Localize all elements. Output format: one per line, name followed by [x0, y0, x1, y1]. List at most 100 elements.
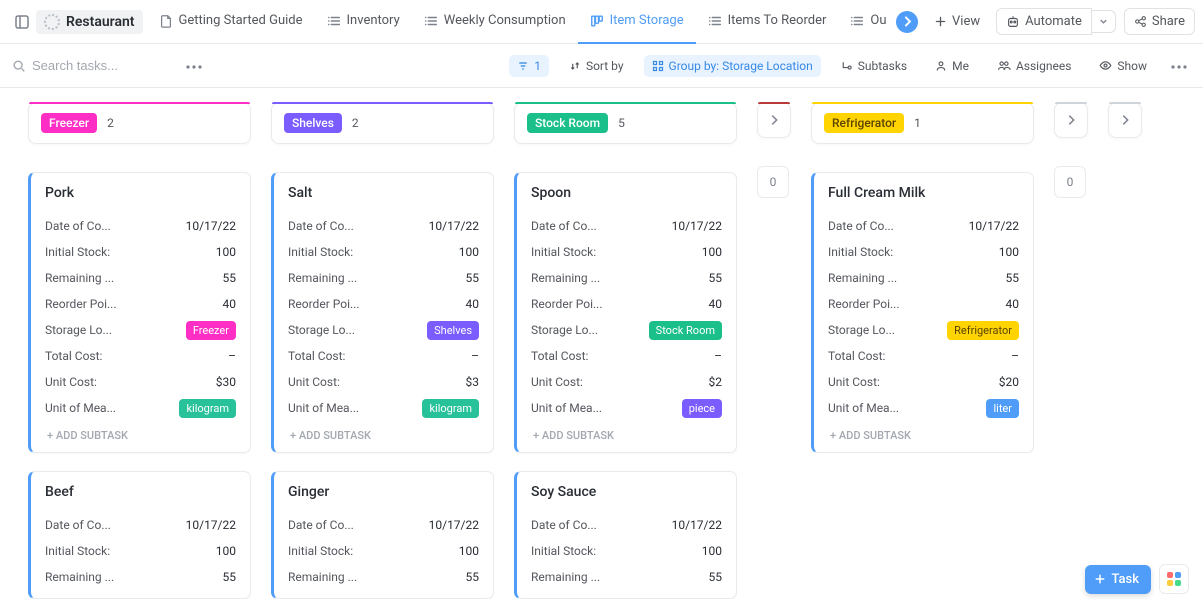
field-value: Stock Room: [649, 323, 722, 337]
search-input[interactable]: [32, 58, 172, 73]
assignees-button[interactable]: Assignees: [989, 55, 1079, 77]
automate-split-button: Automate: [996, 8, 1116, 35]
apps-button[interactable]: [1159, 564, 1189, 594]
field-value: 100: [459, 245, 479, 259]
filter-count-pill[interactable]: 1: [509, 55, 549, 77]
tab-icon: [327, 14, 341, 28]
tab-label: Items To Reorder: [728, 13, 827, 28]
card-row: Storage Lo...Refrigerator: [828, 317, 1019, 343]
card-row: Initial Stock:100: [288, 239, 479, 265]
card-title: Pork: [45, 185, 236, 201]
tab-weekly-consumption[interactable]: Weekly Consumption: [412, 0, 578, 44]
chip: Shelves: [427, 321, 479, 340]
tab-label: Weekly Consumption: [444, 13, 566, 28]
column-header[interactable]: Shelves2: [271, 102, 494, 144]
add-subtask-button[interactable]: + ADD SUBTASK: [288, 421, 479, 444]
column-tag: Shelves: [284, 113, 342, 133]
add-subtask-button[interactable]: + ADD SUBTASK: [828, 421, 1019, 444]
field-value: 40: [709, 297, 723, 311]
card-row: Unit Cost:$2: [531, 369, 722, 395]
add-subtask-button[interactable]: + ADD SUBTASK: [531, 421, 722, 444]
card-row: Initial Stock:100: [45, 239, 236, 265]
card-title: Beef: [45, 484, 236, 500]
task-card[interactable]: PorkDate of Co...10/17/22Initial Stock:1…: [28, 172, 251, 453]
card-row: Reorder Poi...40: [531, 291, 722, 317]
field-value: 10/17/22: [186, 518, 236, 532]
field-value: –: [471, 349, 479, 363]
tab-ou[interactable]: Ou: [838, 0, 896, 44]
field-value: 10/17/22: [429, 219, 479, 233]
field-label: Reorder Poi...: [288, 297, 359, 311]
field-label: Remaining ...: [288, 570, 357, 584]
field-label: Unit Cost:: [828, 375, 880, 389]
card-row: Initial Stock:100: [531, 538, 722, 564]
filter-more-icon[interactable]: [1167, 54, 1191, 77]
field-label: Initial Stock:: [531, 245, 596, 259]
sort-button[interactable]: Sort by: [561, 55, 632, 77]
card-row: Reorder Poi...40: [828, 291, 1019, 317]
field-label: Remaining ...: [45, 570, 114, 584]
filters-right: 1 Sort by Group by: Storage Location Sub…: [509, 54, 1191, 77]
field-value: 100: [999, 245, 1019, 259]
group-by-pill[interactable]: Group by: Storage Location: [644, 55, 821, 77]
collapsed-column[interactable]: 0: [1054, 102, 1088, 198]
field-value: 100: [459, 544, 479, 558]
task-card[interactable]: SaltDate of Co...10/17/22Initial Stock:1…: [271, 172, 494, 453]
show-button[interactable]: Show: [1091, 55, 1155, 77]
board-column: Freezer2PorkDate of Co...10/17/22Initial…: [28, 102, 251, 599]
board-scroll-right[interactable]: [1108, 102, 1142, 138]
card-row: Date of Co...10/17/22: [828, 213, 1019, 239]
task-card[interactable]: GingerDate of Co...10/17/22Initial Stock…: [271, 471, 494, 599]
subtasks-button[interactable]: Subtasks: [833, 55, 915, 77]
automate-button[interactable]: Automate: [996, 8, 1092, 35]
tab-getting-started-guide[interactable]: Getting Started Guide: [147, 0, 315, 44]
collapsed-column[interactable]: 0: [757, 102, 791, 198]
tab-scroll-right[interactable]: [896, 11, 918, 33]
field-value: 100: [702, 245, 722, 259]
field-value: 55: [1006, 271, 1020, 285]
task-card[interactable]: BeefDate of Co...10/17/22Initial Stock:1…: [28, 471, 251, 599]
task-card[interactable]: Soy SauceDate of Co...10/17/22Initial St…: [514, 471, 737, 599]
add-view-label: View: [952, 14, 980, 29]
field-value: Shelves: [427, 323, 479, 337]
field-value: liter: [986, 401, 1019, 415]
share-button[interactable]: Share: [1124, 8, 1195, 35]
card-row: Total Cost:–: [828, 343, 1019, 369]
add-view-button[interactable]: View: [926, 9, 988, 34]
column-tag: Freezer: [41, 113, 97, 133]
card-row: Unit of Mea...liter: [828, 395, 1019, 421]
me-button[interactable]: Me: [927, 55, 977, 77]
field-label: Remaining ...: [288, 271, 357, 285]
automate-caret[interactable]: [1092, 10, 1116, 33]
field-label: Unit Cost:: [531, 375, 583, 389]
tab-items-to-reorder[interactable]: Items To Reorder: [696, 0, 839, 44]
column-header[interactable]: Refrigerator1: [811, 102, 1034, 144]
search: [12, 58, 172, 73]
column-tag: Refrigerator: [824, 113, 904, 133]
column-header[interactable]: Stock Room5: [514, 102, 737, 144]
card-row: Date of Co...10/17/22: [288, 213, 479, 239]
add-subtask-button[interactable]: + ADD SUBTASK: [45, 421, 236, 444]
board-column: Refrigerator1 Full Cream MilkDate of Co..…: [811, 102, 1034, 453]
search-more-icon[interactable]: [182, 54, 206, 77]
column-count: 5: [618, 116, 625, 130]
card-row: Date of Co...10/17/22: [45, 512, 236, 538]
task-card[interactable]: Full Cream MilkDate of Co...10/17/22Init…: [811, 172, 1034, 453]
workspace-chip[interactable]: Restaurant: [36, 10, 143, 34]
tab-inventory[interactable]: Inventory: [315, 0, 412, 44]
card-row: Date of Co...10/17/22: [531, 213, 722, 239]
task-card[interactable]: SpoonDate of Co...10/17/22Initial Stock:…: [514, 172, 737, 453]
automate-label: Automate: [1025, 14, 1082, 29]
collapsed-header[interactable]: [1054, 102, 1088, 138]
tab-icon: [590, 14, 604, 28]
subtasks-label: Subtasks: [858, 59, 907, 73]
sidebar-toggle-icon[interactable]: [8, 8, 36, 36]
tab-item-storage[interactable]: Item Storage: [578, 0, 696, 44]
field-value: 55: [223, 271, 237, 285]
card-row: Remaining ...55: [288, 265, 479, 291]
column-header[interactable]: Freezer2: [28, 102, 251, 144]
new-task-button[interactable]: Task: [1085, 565, 1151, 594]
card-row: Date of Co...10/17/22: [531, 512, 722, 538]
field-value: 40: [1006, 297, 1020, 311]
collapsed-header[interactable]: [757, 102, 791, 138]
